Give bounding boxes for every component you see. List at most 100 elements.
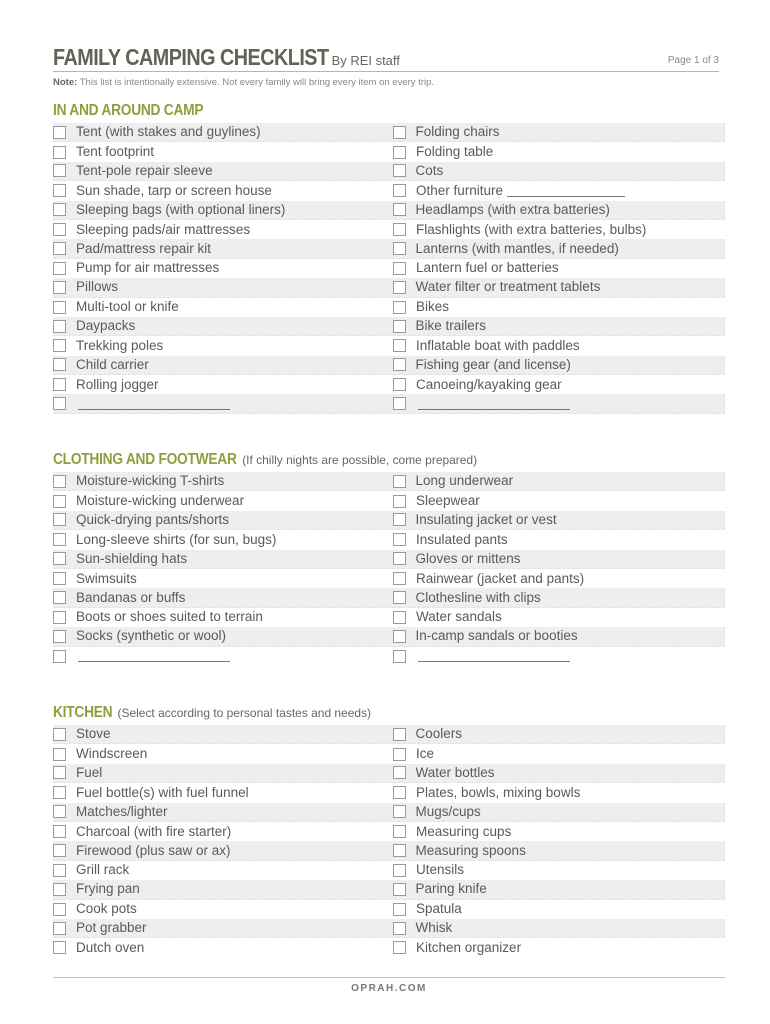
checklist-item[interactable]: Pillows [53,278,393,296]
checkbox[interactable] [53,513,66,527]
checklist-item[interactable]: Fuel [53,764,393,782]
checklist-item[interactable]: Sun-shielding hats [53,550,393,568]
checkbox[interactable] [393,533,406,547]
checkbox[interactable] [53,844,66,858]
checkbox[interactable] [53,145,66,159]
checkbox[interactable] [392,280,406,294]
checkbox[interactable] [393,145,406,159]
checklist-item[interactable]: Insulated pants [393,530,725,549]
checklist-item[interactable]: Pump for air mattresses [53,259,393,278]
checklist-item[interactable]: Kitchen organizer [393,938,725,957]
checkbox[interactable] [53,358,66,372]
checkbox[interactable] [393,223,406,237]
checklist-item[interactable]: Water sandals [393,608,725,627]
checkbox[interactable] [53,397,66,411]
checkbox[interactable] [393,261,406,275]
checklist-item[interactable]: Stove [53,725,393,743]
checkbox[interactable] [53,300,66,314]
write-in-line[interactable] [507,185,626,197]
checkbox[interactable] [393,786,406,800]
write-in-line[interactable] [418,650,570,663]
checklist-item[interactable]: Frying pan [53,880,393,898]
checklist-item[interactable]: Trekking poles [53,336,393,355]
checklist-item[interactable] [392,394,725,412]
checkbox[interactable] [53,203,66,217]
checkbox[interactable] [53,184,66,198]
checkbox[interactable] [392,629,406,643]
checklist-item[interactable]: Tent-pole repair sleeve [53,162,393,180]
checkbox[interactable] [53,766,66,780]
checklist-item[interactable]: Child carrier [53,356,393,374]
checkbox[interactable] [53,125,66,139]
checkbox[interactable] [392,164,406,178]
checklist-item[interactable]: Bike trailers [392,317,725,335]
checkbox[interactable] [393,300,406,314]
checkbox[interactable] [53,223,66,237]
checklist-item[interactable]: Cook pots [53,900,393,919]
checklist-item[interactable]: Dutch oven [53,938,393,957]
checklist-item[interactable]: Folding table [393,142,725,161]
checkbox[interactable] [393,494,406,508]
checklist-item[interactable]: Measuring cups [393,822,725,841]
checkbox[interactable] [392,319,406,333]
checklist-item[interactable]: Bandanas or buffs [53,588,393,606]
checklist-item[interactable]: Pot grabber [53,919,393,937]
checkbox[interactable] [392,844,406,858]
write-in-line[interactable] [78,398,230,410]
checkbox[interactable] [392,358,406,372]
checklist-item[interactable]: Inflatable boat with paddles [393,336,725,355]
checklist-item[interactable]: Plates, bowls, mixing bowls [393,783,725,802]
checklist-item[interactable]: Long-sleeve shirts (for sun, bugs) [53,530,393,549]
checkbox[interactable] [392,474,406,488]
checkbox[interactable] [392,203,406,217]
checkbox[interactable] [53,474,66,488]
checklist-item[interactable]: Fishing gear (and license) [392,356,725,374]
checkbox[interactable] [392,552,406,566]
checklist-item[interactable]: Grill rack [53,861,393,880]
checkbox[interactable] [53,339,66,353]
checklist-item[interactable]: Quick-drying pants/shorts [53,511,393,529]
checkbox[interactable] [393,572,406,586]
checklist-item[interactable]: Tent footprint [53,142,393,161]
checklist-item[interactable] [393,647,725,666]
checklist-item[interactable]: Moisture-wicking T-shirts [53,472,393,490]
checklist-item[interactable]: Water filter or treatment tablets [392,278,725,296]
checkbox[interactable] [392,591,406,605]
checkbox[interactable] [392,882,406,896]
checklist-item[interactable]: Folding chairs [392,123,725,141]
checklist-item[interactable]: Lantern fuel or batteries [393,259,725,278]
checklist-item[interactable]: Pad/mattress repair kit [53,239,393,257]
checklist-item[interactable]: Utensils [393,861,725,880]
checkbox[interactable] [393,902,406,916]
checklist-item[interactable]: Multi-tool or knife [53,298,393,317]
checklist-item[interactable]: Firewood (plus saw or ax) [53,841,393,859]
checkbox[interactable] [53,863,66,877]
checklist-item[interactable]: Flashlights (with extra batteries, bulbs… [393,220,725,239]
checkbox[interactable] [393,339,406,353]
checklist-item[interactable]: Boots or shoes suited to terrain [53,608,393,627]
checkbox[interactable] [53,882,66,896]
checkbox[interactable] [53,649,66,663]
checkbox[interactable] [393,610,406,624]
checkbox[interactable] [53,319,66,333]
checklist-item[interactable]: Charcoal (with fire starter) [53,822,393,841]
checkbox[interactable] [53,164,66,178]
checklist-item[interactable]: Canoeing/kayaking gear [393,375,725,394]
checkbox[interactable] [53,242,66,256]
checkbox[interactable] [392,242,406,256]
checklist-item[interactable]: Tent (with stakes and guylines) [53,123,393,141]
checkbox[interactable] [393,941,406,955]
checklist-item[interactable]: In-camp sandals or booties [392,627,725,645]
checkbox[interactable] [392,397,406,411]
checklist-item[interactable]: Clothesline with clips [392,588,725,606]
checklist-item[interactable]: Sleeping bags (with optional liners) [53,201,393,219]
checklist-item[interactable]: Cots [392,162,725,180]
write-in-line[interactable] [78,650,230,663]
checkbox[interactable] [53,280,66,294]
checkbox[interactable] [393,378,406,392]
checklist-item[interactable]: Coolers [392,725,725,743]
checkbox[interactable] [53,805,66,819]
checkbox[interactable] [53,786,66,800]
checkbox[interactable] [53,941,66,955]
checkbox[interactable] [393,184,406,198]
